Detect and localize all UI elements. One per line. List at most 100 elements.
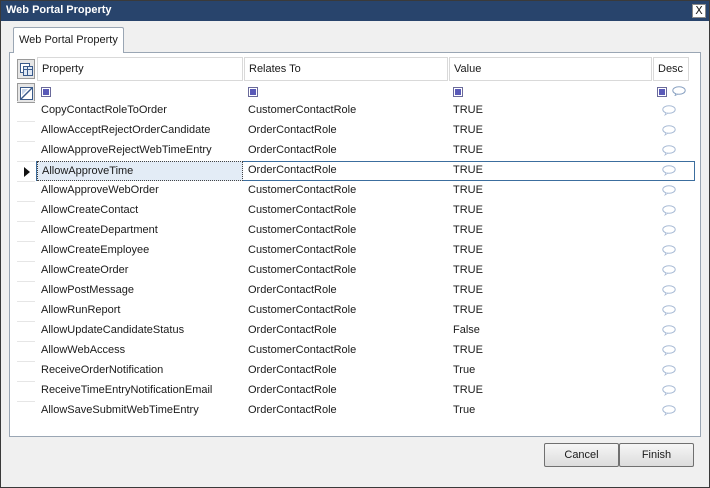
- filter-value-icon[interactable]: [453, 87, 463, 97]
- close-icon[interactable]: X: [692, 4, 706, 18]
- cell-property[interactable]: AllowCreateDepartment: [37, 221, 243, 241]
- row-selector[interactable]: [17, 181, 35, 201]
- table-row[interactable]: AllowWebAccess CustomerContactRole TRUE: [15, 341, 695, 361]
- cell-relates-to[interactable]: CustomerContactRole: [244, 101, 448, 121]
- table-row[interactable]: AllowCreateEmployee CustomerContactRole TR…: [15, 241, 695, 261]
- comment-bubble-icon[interactable]: [662, 225, 676, 236]
- cell-property[interactable]: ReceiveTimeEntryNotificationEmail: [37, 381, 243, 401]
- comment-bubble-icon[interactable]: [662, 305, 676, 316]
- cell-relates-to[interactable]: CustomerContactRole: [244, 341, 448, 361]
- row-selector[interactable]: [17, 281, 35, 301]
- cell-property[interactable]: AllowRunReport: [37, 301, 243, 321]
- comment-bubble-icon[interactable]: [662, 245, 676, 256]
- row-selector[interactable]: [17, 261, 35, 281]
- table-row[interactable]: AllowCreateDepartment CustomerContactRole…: [15, 221, 695, 241]
- cell-relates-to[interactable]: OrderContactRole: [244, 281, 448, 301]
- row-selector[interactable]: [17, 321, 35, 341]
- cell-value[interactable]: TRUE: [449, 301, 652, 321]
- cell-value[interactable]: True: [449, 401, 652, 421]
- title-bar[interactable]: Web Portal Property X: [1, 1, 709, 21]
- cell-value[interactable]: TRUE: [449, 281, 652, 301]
- cancel-button[interactable]: Cancel: [544, 443, 619, 467]
- table-row[interactable]: AllowApproveTime OrderContactRole TRUE: [15, 161, 695, 181]
- cell-property[interactable]: AllowCreateEmployee: [37, 241, 243, 261]
- finish-button[interactable]: Finish: [619, 443, 694, 467]
- table-row[interactable]: AllowApproveWebOrder CustomerContactRole T…: [15, 181, 695, 201]
- cell-property[interactable]: AllowWebAccess: [37, 341, 243, 361]
- row-selector[interactable]: [17, 241, 35, 261]
- cell-property[interactable]: AllowCreateContact: [37, 201, 243, 221]
- cell-property[interactable]: AllowUpdateCandidateStatus: [37, 321, 243, 341]
- table-row[interactable]: AllowApproveRejectWebTimeEntry OrderConta…: [15, 141, 695, 161]
- cell-value[interactable]: TRUE: [449, 121, 652, 141]
- row-selector[interactable]: [17, 361, 35, 381]
- row-selector[interactable]: [17, 401, 35, 421]
- row-selector[interactable]: [17, 201, 35, 221]
- row-selector[interactable]: [17, 381, 35, 401]
- cell-property[interactable]: CopyContactRoleToOrder: [37, 101, 243, 121]
- filter-relates-to-icon[interactable]: [248, 87, 258, 97]
- cell-relates-to[interactable]: OrderContactRole: [244, 401, 448, 421]
- cell-property[interactable]: AllowAcceptRejectOrderCandidate: [37, 121, 243, 141]
- cell-value[interactable]: TRUE: [449, 341, 652, 361]
- cell-relates-to[interactable]: OrderContactRole: [244, 381, 448, 401]
- table-row[interactable]: ReceiveTimeEntryNotificationEmail OrderCo…: [15, 381, 695, 401]
- cell-property[interactable]: AllowSaveSubmitWebTimeEntry: [37, 401, 243, 421]
- filter-property-icon[interactable]: [41, 87, 51, 97]
- table-row[interactable]: AllowSaveSubmitWebTimeEntry OrderContactR…: [15, 401, 695, 421]
- comment-bubble-icon[interactable]: [662, 405, 676, 416]
- row-selector[interactable]: [17, 341, 35, 361]
- cell-property[interactable]: AllowCreateOrder: [37, 261, 243, 281]
- row-selector[interactable]: [17, 161, 35, 181]
- table-row[interactable]: AllowCreateOrder CustomerContactRole TRUE: [15, 261, 695, 281]
- cell-relates-to[interactable]: OrderContactRole: [244, 141, 448, 161]
- cell-value[interactable]: True: [449, 361, 652, 381]
- comment-bubble-icon[interactable]: [662, 285, 676, 296]
- tab-web-portal-property[interactable]: Web Portal Property: [13, 27, 124, 53]
- cell-property[interactable]: AllowApproveWebOrder: [37, 181, 243, 201]
- cell-property[interactable]: ReceiveOrderNotification: [37, 361, 243, 381]
- cell-relates-to[interactable]: CustomerContactRole: [244, 261, 448, 281]
- comment-bubble-icon[interactable]: [662, 205, 676, 216]
- filter-desc-icon[interactable]: [657, 87, 667, 97]
- comment-bubble-icon[interactable]: [662, 105, 676, 116]
- comment-bubble-icon[interactable]: [662, 325, 676, 336]
- cell-relates-to[interactable]: OrderContactRole: [244, 361, 448, 381]
- cell-relates-to[interactable]: OrderContactRole: [244, 321, 448, 341]
- cell-relates-to[interactable]: CustomerContactRole: [244, 181, 448, 201]
- comment-bubble-icon[interactable]: [662, 125, 676, 136]
- cell-value[interactable]: TRUE: [449, 381, 652, 401]
- table-row[interactable]: CopyContactRoleToOrder CustomerContactRol…: [15, 101, 695, 121]
- cell-relates-to[interactable]: OrderContactRole: [244, 121, 448, 141]
- comment-bubble-icon[interactable]: [662, 345, 676, 356]
- header-desc[interactable]: Desc: [653, 57, 689, 81]
- cell-value[interactable]: TRUE: [449, 161, 652, 181]
- cell-property[interactable]: AllowApproveTime: [37, 161, 243, 181]
- table-row[interactable]: AllowCreateContact CustomerContactRole TRU…: [15, 201, 695, 221]
- comment-bubble-icon[interactable]: [662, 145, 676, 156]
- comment-bubble-icon[interactable]: [672, 86, 686, 96]
- row-selector[interactable]: [17, 121, 35, 141]
- cell-value[interactable]: TRUE: [449, 201, 652, 221]
- comment-bubble-icon[interactable]: [662, 365, 676, 376]
- cell-relates-to[interactable]: CustomerContactRole: [244, 221, 448, 241]
- cell-value[interactable]: TRUE: [449, 261, 652, 281]
- table-row[interactable]: AllowPostMessage OrderContactRole TRUE: [15, 281, 695, 301]
- header-value[interactable]: Value: [449, 57, 652, 81]
- cell-property[interactable]: AllowPostMessage: [37, 281, 243, 301]
- column-chooser-icon[interactable]: [17, 59, 35, 79]
- cell-value[interactable]: False: [449, 321, 652, 341]
- row-selector[interactable]: [17, 221, 35, 241]
- row-selector[interactable]: [17, 301, 35, 321]
- table-row[interactable]: ReceiveOrderNotification OrderContactRole…: [15, 361, 695, 381]
- row-selector[interactable]: [17, 101, 35, 121]
- header-property[interactable]: Property: [37, 57, 243, 81]
- cell-relates-to[interactable]: CustomerContactRole: [244, 301, 448, 321]
- cell-property[interactable]: AllowApproveRejectWebTimeEntry: [37, 141, 243, 161]
- clear-filter-icon[interactable]: [17, 83, 35, 103]
- cell-relates-to[interactable]: CustomerContactRole: [244, 201, 448, 221]
- table-row[interactable]: AllowAcceptRejectOrderCandidate OrderCont…: [15, 121, 695, 141]
- comment-bubble-icon[interactable]: [662, 165, 676, 176]
- cell-value[interactable]: TRUE: [449, 181, 652, 201]
- comment-bubble-icon[interactable]: [662, 185, 676, 196]
